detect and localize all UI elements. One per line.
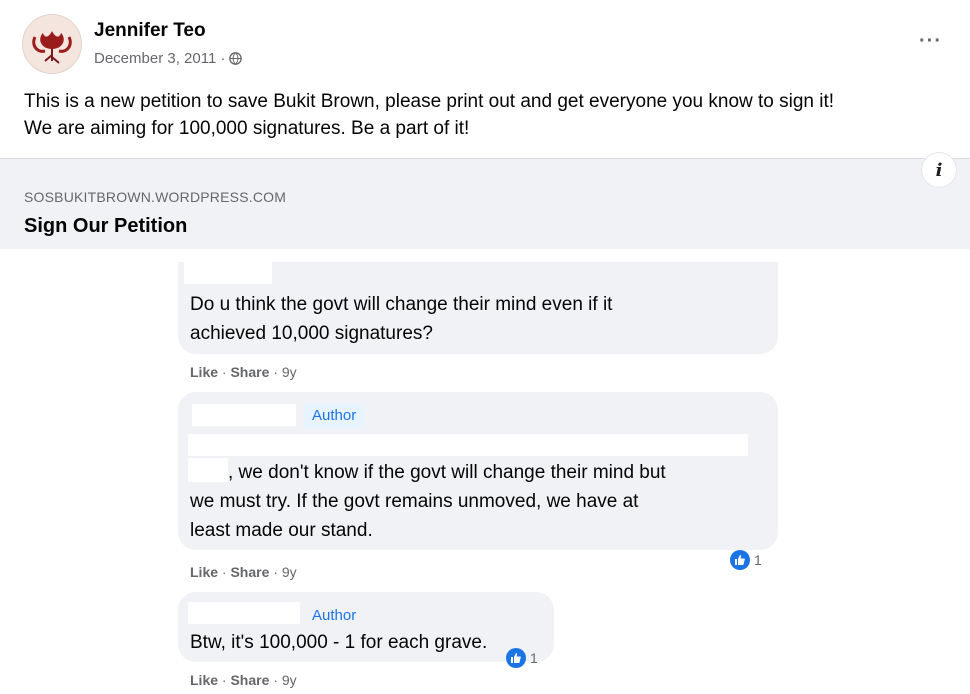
author-avatar[interactable]: [22, 14, 82, 74]
share-link[interactable]: Share: [230, 364, 269, 380]
info-icon[interactable]: i: [922, 153, 956, 187]
comment-text: Btw, it's 100,000 - 1 for each grave.: [190, 628, 487, 657]
reaction-number: 1: [530, 650, 538, 666]
comment-line: , we don't know if the govt will change …: [228, 462, 666, 483]
post-text: This is a new petition to save Bukit Bro…: [24, 88, 954, 142]
comment-line: Do u think the govt will change their mi…: [190, 294, 613, 315]
comment-actions: Like · Share · 9y: [190, 364, 297, 380]
globe-icon: [229, 52, 243, 65]
comment-line: least made our stand.: [190, 520, 373, 541]
redacted-mention: [188, 434, 748, 456]
like-link[interactable]: Like: [190, 364, 218, 380]
post-header: Jennifer Teo December 3, 2011 · ···: [22, 14, 962, 74]
post-meta: December 3, 2011 ·: [94, 50, 243, 67]
share-link[interactable]: Share: [230, 672, 269, 688]
author-badge: Author: [312, 607, 357, 624]
comment-text: Do u think the govt will change their mi…: [190, 290, 612, 348]
reaction-number: 1: [754, 552, 762, 568]
like-reaction-icon: [506, 648, 526, 668]
comment-line: Btw, it's 100,000 - 1 for each grave.: [190, 632, 488, 653]
comment-time[interactable]: 9y: [282, 364, 297, 380]
link-domain: SOSBUKITBROWN.WORDPRESS.COM: [24, 189, 287, 205]
comment-bubble: Author Btw, it's 100,000 - 1 for each gr…: [178, 592, 554, 662]
comment-time[interactable]: 9y: [282, 672, 297, 688]
redacted-name: [184, 262, 272, 284]
more-options-button[interactable]: ···: [919, 30, 942, 53]
comment-bubble: Do u think the govt will change their mi…: [178, 262, 778, 354]
comment-bubble: Author , we don't know if the govt will …: [178, 392, 778, 550]
avatar-flower-icon: [32, 31, 72, 64]
link-preview-card[interactable]: i SOSBUKITBROWN.WORDPRESS.COM Sign Our P…: [0, 153, 970, 249]
comment-actions: Like · Share · 9y: [190, 672, 297, 688]
reaction-count[interactable]: 1: [506, 648, 538, 668]
reaction-count[interactable]: 1: [730, 550, 762, 570]
comment-text: , we don't know if the govt will change …: [190, 458, 770, 545]
link-title[interactable]: Sign Our Petition: [24, 215, 187, 238]
redacted-name: [188, 602, 300, 624]
share-link[interactable]: Share: [230, 564, 269, 580]
post-text-line: This is a new petition to save Bukit Bro…: [24, 91, 835, 112]
comment-actions: Like · Share · 9y: [190, 564, 297, 580]
comment-line: we must try. If the govt remains unmoved…: [190, 491, 639, 512]
author-badge: Author: [304, 404, 365, 428]
author-name[interactable]: Jennifer Teo: [94, 20, 206, 42]
like-link[interactable]: Like: [190, 672, 218, 688]
post-date[interactable]: December 3, 2011 ·: [94, 50, 225, 67]
comment-time[interactable]: 9y: [282, 564, 297, 580]
like-reaction-icon: [730, 550, 750, 570]
post-text-line: We are aiming for 100,000 signatures. Be…: [24, 118, 470, 139]
like-link[interactable]: Like: [190, 564, 218, 580]
redacted-name: [192, 404, 296, 426]
comment-line: achieved 10,000 signatures?: [190, 323, 433, 344]
